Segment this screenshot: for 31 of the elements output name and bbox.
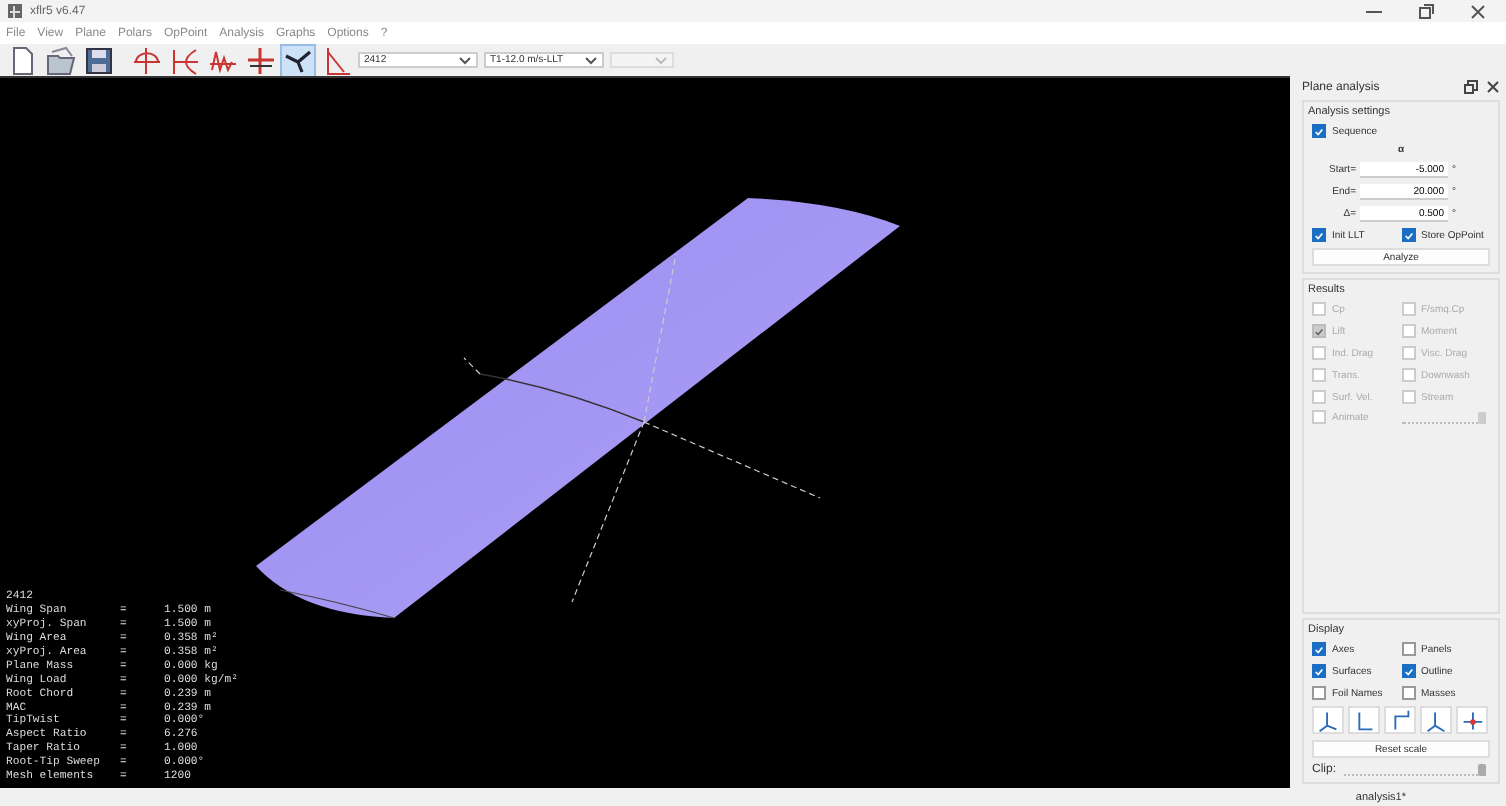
reset-axes-icon	[1458, 707, 1486, 733]
airfoil-axes-icon[interactable]	[131, 45, 161, 75]
checkbox[interactable]	[1312, 686, 1326, 700]
checkbox[interactable]	[1401, 664, 1415, 678]
view-button[interactable]	[1420, 706, 1452, 734]
close-icon[interactable]	[1486, 80, 1500, 94]
checkbox[interactable]	[1401, 228, 1415, 242]
iso-axes-icon	[1314, 707, 1342, 733]
float-icon[interactable]	[1464, 80, 1478, 94]
checkbox[interactable]	[1312, 642, 1326, 656]
slider[interactable]	[1401, 411, 1486, 423]
caret-icon	[458, 55, 472, 65]
checkbox[interactable]	[1401, 686, 1415, 700]
app-icon	[6, 2, 24, 20]
checkbox[interactable]	[1312, 664, 1326, 678]
slider[interactable]	[1344, 764, 1486, 776]
view-button[interactable]	[1348, 706, 1380, 734]
top-axes-icon	[1422, 707, 1450, 733]
checkbox[interactable]	[1312, 124, 1326, 138]
caret-icon	[584, 55, 598, 65]
polar-curve-icon[interactable]	[169, 45, 199, 75]
slider-thumb[interactable]	[1478, 764, 1486, 776]
folder-icon[interactable]	[45, 45, 75, 75]
wing-polar-icon[interactable]	[321, 45, 351, 75]
view-button[interactable]	[1312, 706, 1344, 734]
crosshair-icon[interactable]	[245, 45, 275, 75]
checkbox[interactable]	[1401, 642, 1415, 656]
checkbox[interactable]	[1312, 228, 1326, 242]
view-button[interactable]	[1384, 706, 1416, 734]
caret-icon	[654, 55, 668, 65]
view-button[interactable]	[1456, 706, 1488, 734]
